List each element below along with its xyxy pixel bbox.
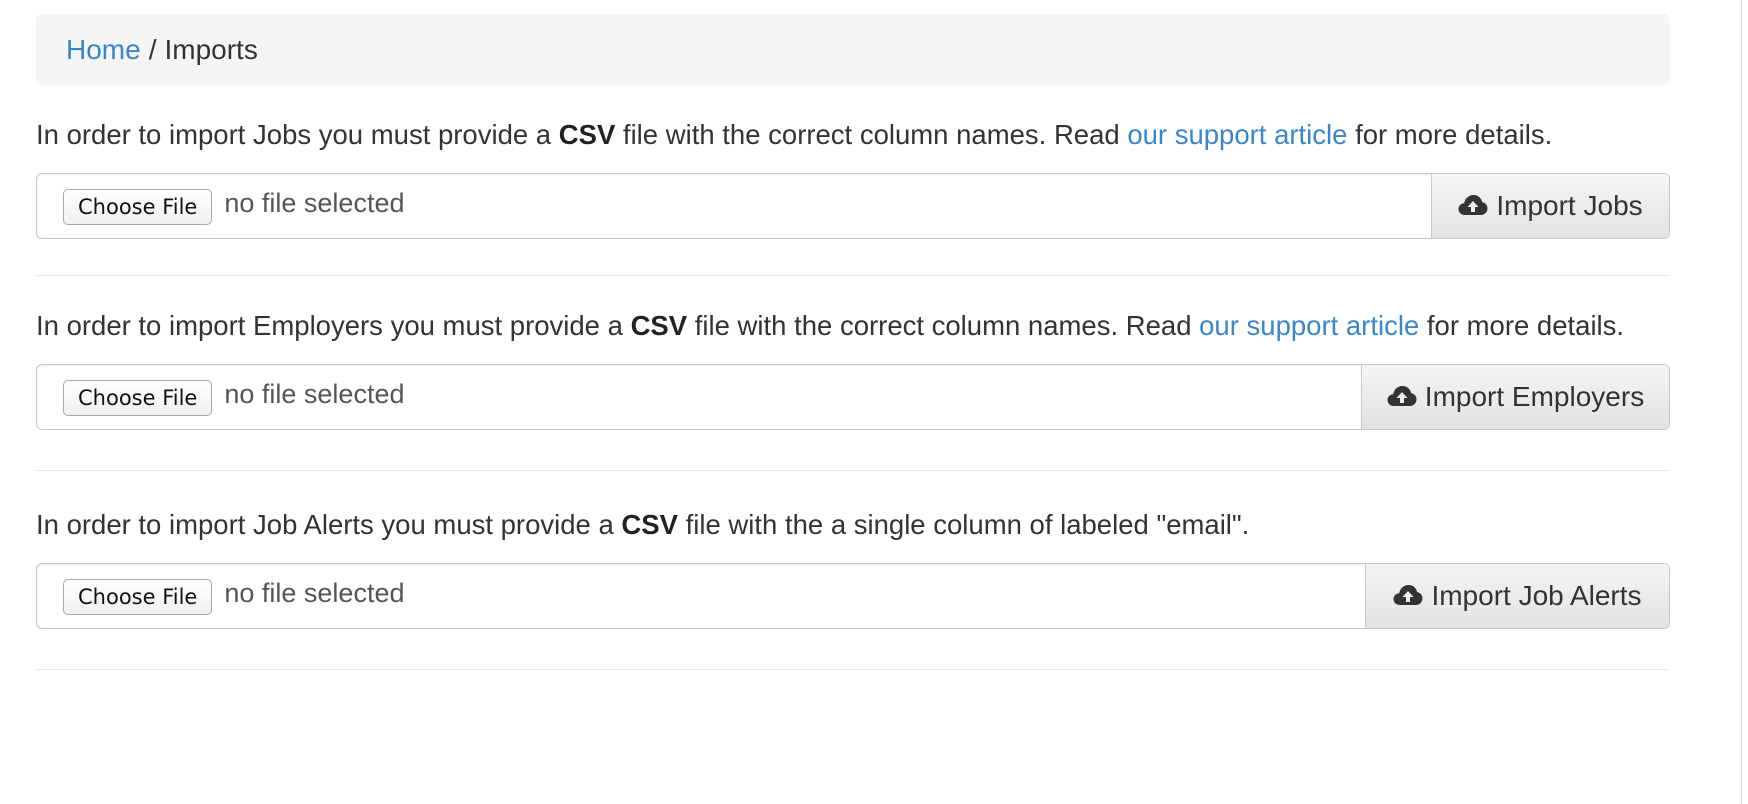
main-container: Home / Imports In order to import Jobs y…: [36, 14, 1670, 670]
section-divider: [36, 275, 1670, 276]
import-employers-description: In order to import Employers you must pr…: [36, 306, 1636, 346]
jobs-file-input[interactable]: Choose File no file selected: [37, 174, 1431, 238]
cloud-upload-icon: [1458, 195, 1488, 215]
csv-label: CSV: [558, 119, 616, 150]
import-job-alerts-label: Import Job Alerts: [1431, 580, 1642, 611]
import-jobs-section: In order to import Jobs you must provide…: [36, 115, 1670, 276]
csv-label: CSV: [630, 310, 688, 341]
breadcrumb-current: Imports: [164, 33, 258, 65]
choose-file-button[interactable]: Choose File: [63, 189, 213, 225]
employers-file-input[interactable]: Choose File no file selected: [37, 365, 1361, 429]
cloud-upload-icon: [1387, 386, 1417, 406]
file-status-text: no file selected: [224, 378, 405, 409]
import-employers-input-group: Choose File no file selected Import Empl…: [36, 364, 1670, 430]
import-jobs-label: Import Jobs: [1496, 190, 1643, 221]
breadcrumb-home-link[interactable]: Home: [66, 34, 141, 66]
description-text: In order to import Jobs you must provide…: [36, 119, 559, 150]
import-employers-label: Import Employers: [1424, 381, 1645, 412]
file-status-text: no file selected: [224, 187, 405, 218]
description-text: In order to import Employers you must pr…: [36, 310, 631, 341]
support-article-link[interactable]: our support article: [1199, 310, 1419, 341]
description-text: In order to import Job Alerts you must p…: [36, 509, 622, 540]
breadcrumb-separator: /: [148, 33, 157, 65]
choose-file-button[interactable]: Choose File: [63, 380, 213, 416]
import-jobs-button[interactable]: Import Jobs: [1431, 174, 1669, 238]
description-text: for more details.: [1347, 119, 1553, 150]
import-jobs-description: In order to import Jobs you must provide…: [36, 115, 1670, 155]
import-job-alerts-input-group: Choose File no file selected Import Job …: [36, 563, 1670, 629]
job-alerts-file-input[interactable]: Choose File no file selected: [37, 564, 1365, 628]
file-status-text: no file selected: [224, 577, 405, 608]
description-text: file with the correct column names. Read: [615, 119, 1128, 150]
import-employers-section: In order to import Employers you must pr…: [36, 306, 1670, 471]
description-text: file with the a single column of labeled…: [677, 509, 1250, 540]
import-job-alerts-description: In order to import Job Alerts you must p…: [36, 505, 1670, 545]
window-edge-divider: [1741, 0, 1742, 804]
cloud-upload-icon: [1393, 585, 1423, 605]
imports-page: Home / Imports In order to import Jobs y…: [0, 0, 1748, 804]
import-job-alerts-button[interactable]: Import Job Alerts: [1365, 564, 1669, 628]
description-text: for more details.: [1419, 310, 1625, 341]
section-divider: [36, 669, 1670, 670]
csv-label: CSV: [621, 509, 678, 540]
choose-file-button[interactable]: Choose File: [63, 579, 213, 615]
section-divider: [36, 470, 1670, 471]
support-article-link[interactable]: our support article: [1127, 119, 1347, 150]
import-jobs-input-group: Choose File no file selected Import Jobs: [36, 173, 1670, 239]
import-job-alerts-section: In order to import Job Alerts you must p…: [36, 505, 1670, 670]
description-text: file with the correct column names. Read: [687, 310, 1200, 341]
breadcrumb: Home / Imports: [36, 14, 1670, 85]
import-employers-button[interactable]: Import Employers: [1361, 365, 1669, 429]
